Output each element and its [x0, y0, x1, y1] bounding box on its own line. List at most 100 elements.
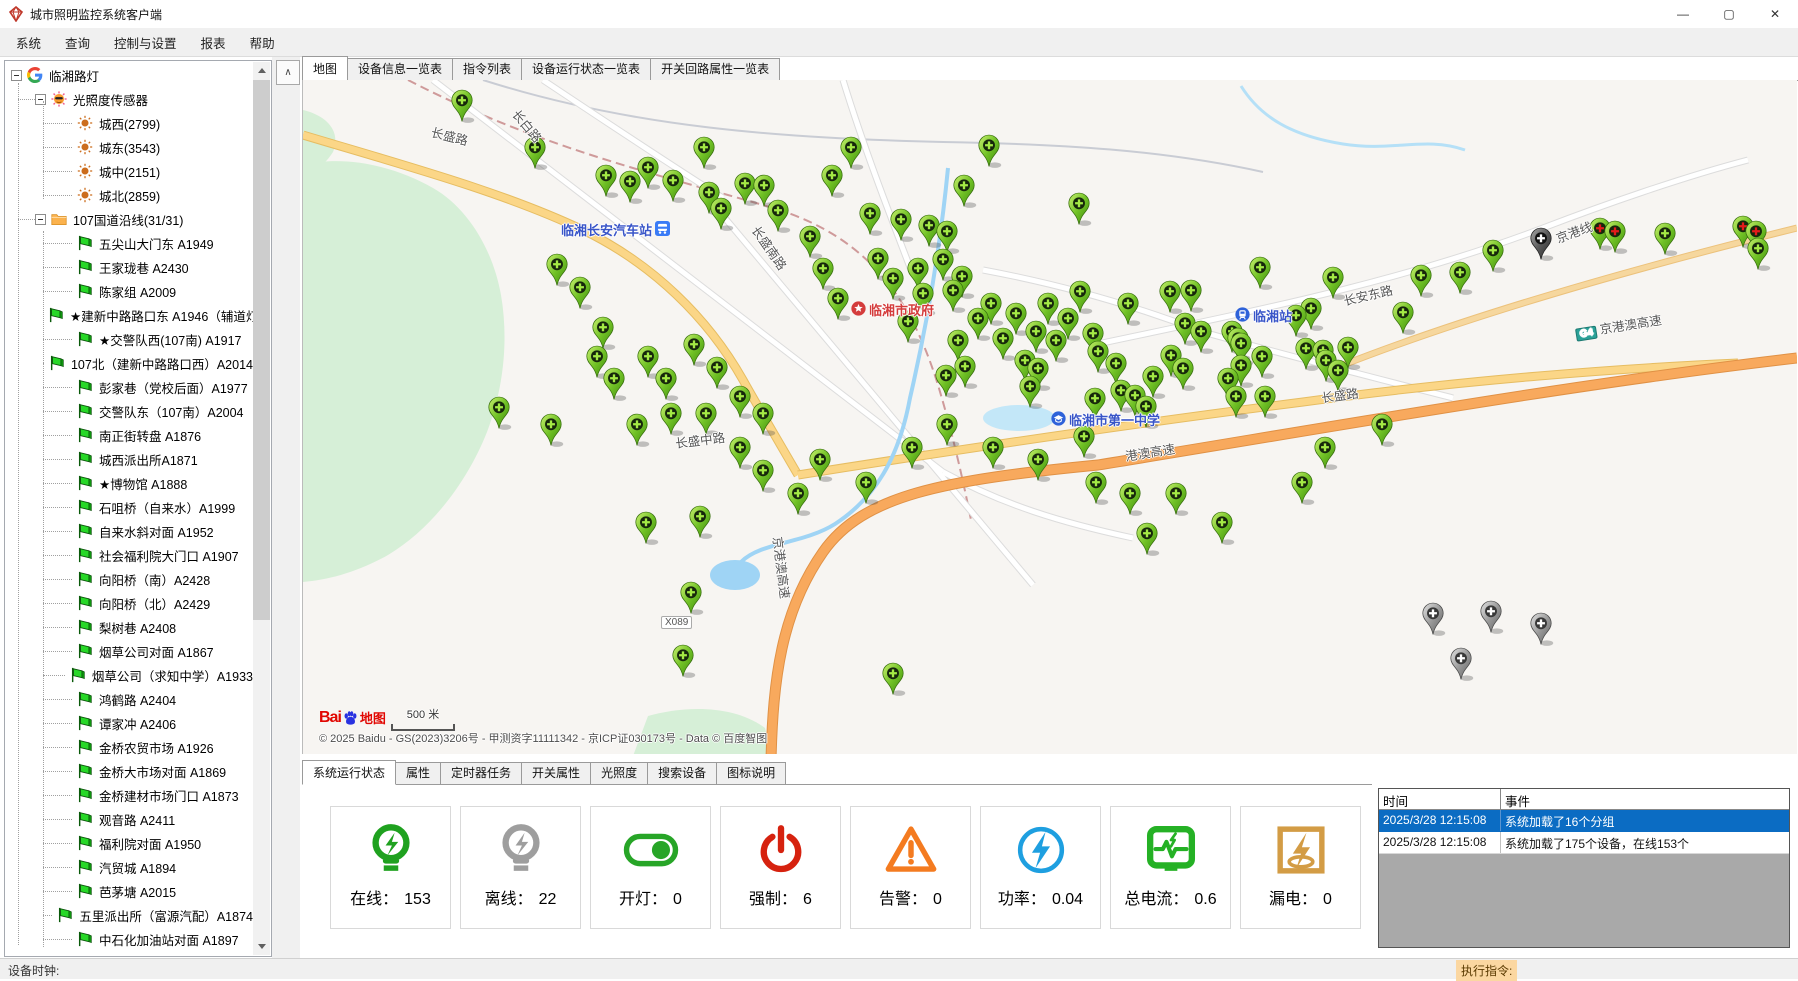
- map-pin-green[interactable]: [1170, 357, 1196, 391]
- map-pin-green[interactable]: [567, 276, 593, 310]
- tab-bottom-2[interactable]: 定时器任务: [440, 762, 522, 784]
- map-pin-green[interactable]: [934, 413, 960, 447]
- collapse-tree-button[interactable]: ∧: [276, 60, 300, 85]
- map-pin-green[interactable]: [1115, 292, 1141, 326]
- tree-scrollbar[interactable]: [253, 62, 270, 955]
- tab-map-3[interactable]: 设备运行状态一览表: [521, 58, 651, 80]
- map-pin-green[interactable]: [1163, 482, 1189, 516]
- map-pin-green[interactable]: [825, 287, 851, 321]
- map-pin-green[interactable]: [1209, 511, 1235, 545]
- map-pin-green[interactable]: [1117, 482, 1143, 516]
- map-pin-green[interactable]: [1188, 320, 1214, 354]
- map-pin-green[interactable]: [810, 257, 836, 291]
- map-pin-green[interactable]: [807, 448, 833, 482]
- map-canvas[interactable]: 长盛路长白路长盛南路长安东路京港线长盛中路长盛路港澳高速京港澳高速G4京港澳高速…: [302, 80, 1797, 754]
- menu-item-4[interactable]: 帮助: [238, 30, 287, 55]
- map-pin-green[interactable]: [624, 413, 650, 447]
- tab-map-2[interactable]: 指令列表: [452, 58, 522, 80]
- map-pin-gray[interactable]: [1420, 602, 1446, 636]
- map-pin-green[interactable]: [880, 267, 906, 301]
- map-pin-green[interactable]: [951, 174, 977, 208]
- map-pin-green[interactable]: [1480, 239, 1506, 273]
- panel-splitter[interactable]: ∧: [272, 57, 300, 958]
- map-pin-green[interactable]: [1071, 425, 1097, 459]
- scrollbar-down-arrow-icon[interactable]: [253, 938, 270, 955]
- close-button[interactable]: ✕: [1752, 0, 1798, 28]
- maximize-button[interactable]: ▢: [1706, 0, 1752, 28]
- menu-item-1[interactable]: 查询: [53, 30, 102, 55]
- map-pin-green[interactable]: [1025, 448, 1051, 482]
- menu-item-2[interactable]: 控制与设置: [102, 30, 189, 55]
- map-pin-green[interactable]: [1390, 301, 1416, 335]
- map-pin-green[interactable]: [1083, 471, 1109, 505]
- map-pin-dark[interactable]: [1528, 227, 1554, 261]
- map-pin-gray[interactable]: [1478, 600, 1504, 634]
- map-pin-green[interactable]: [687, 505, 713, 539]
- map-pin-green[interactable]: [593, 164, 619, 198]
- map-pin-green[interactable]: [670, 644, 696, 678]
- map-pin-green[interactable]: [601, 367, 627, 401]
- tab-bottom-5[interactable]: 搜索设备: [647, 762, 717, 784]
- map-pin-green[interactable]: [980, 436, 1006, 470]
- map-pin-green[interactable]: [888, 208, 914, 242]
- map-pin-green[interactable]: [617, 170, 643, 204]
- map-pin-green[interactable]: [1223, 385, 1249, 419]
- event-log-row[interactable]: 2025/3/28 12:15:08系统加载了16个分组: [1379, 810, 1789, 832]
- tab-bottom-1[interactable]: 属性: [395, 762, 441, 784]
- map-pin-gray[interactable]: [1448, 647, 1474, 681]
- map-pin-green[interactable]: [1157, 280, 1183, 314]
- menu-item-0[interactable]: 系统: [4, 30, 53, 55]
- map-pin-green[interactable]: [1745, 237, 1771, 271]
- map-pin-green[interactable]: [1066, 192, 1092, 226]
- map-pin-green[interactable]: [1408, 264, 1434, 298]
- map-pin-green[interactable]: [1252, 385, 1278, 419]
- scrollbar-thumb[interactable]: [253, 80, 270, 620]
- map-pin-green[interactable]: [486, 396, 512, 430]
- map-pin-green[interactable]: [819, 164, 845, 198]
- map-pin-green[interactable]: [1652, 222, 1678, 256]
- tree-expander-icon[interactable]: [35, 94, 46, 105]
- map-pin-green[interactable]: [708, 197, 734, 231]
- tab-map-0[interactable]: 地图: [302, 56, 348, 81]
- map-pin-green[interactable]: [538, 413, 564, 447]
- map-pin-green[interactable]: [653, 367, 679, 401]
- map-pin-green[interactable]: [1247, 256, 1273, 290]
- map-pin-green[interactable]: [678, 581, 704, 615]
- map-pin-green[interactable]: [633, 511, 659, 545]
- tab-bottom-4[interactable]: 光照度: [590, 762, 648, 784]
- map-pin-green[interactable]: [750, 402, 776, 436]
- minimize-button[interactable]: —: [1660, 0, 1706, 28]
- map-pin-green[interactable]: [797, 225, 823, 259]
- map-pin-green[interactable]: [1289, 471, 1315, 505]
- map-pin-gray[interactable]: [1528, 612, 1554, 646]
- map-pin-green[interactable]: [449, 89, 475, 123]
- tab-bottom-3[interactable]: 开关属性: [521, 762, 591, 784]
- map-pin-green[interactable]: [880, 662, 906, 696]
- map-pin-green[interactable]: [691, 136, 717, 170]
- scrollbar-up-arrow-icon[interactable]: [253, 62, 270, 79]
- map-pin-green[interactable]: [660, 169, 686, 203]
- map-pin-green[interactable]: [750, 459, 776, 493]
- tree-row[interactable]: 107国道沿线(31/31): [5, 207, 253, 231]
- map-pin-green[interactable]: [1447, 261, 1473, 295]
- map-pin-green[interactable]: [1134, 522, 1160, 556]
- map-pin-green[interactable]: [658, 402, 684, 436]
- tab-bottom-0[interactable]: 系统运行状态: [302, 760, 396, 785]
- map-pin-green[interactable]: [976, 134, 1002, 168]
- tab-map-4[interactable]: 开关回路属性一览表: [650, 58, 780, 80]
- map-pin-green[interactable]: [1017, 375, 1043, 409]
- tab-bottom-6[interactable]: 图标说明: [716, 762, 786, 784]
- tree-row[interactable]: 临湘路灯: [5, 63, 253, 87]
- map-pin-red[interactable]: [1602, 220, 1628, 254]
- map-pin-green[interactable]: [857, 202, 883, 236]
- map-pin-green[interactable]: [1312, 436, 1338, 470]
- tab-map-1[interactable]: 设备信息一览表: [347, 58, 453, 80]
- event-log-row[interactable]: 2025/3/28 12:15:08系统加载了175个设备，在线153个: [1379, 832, 1789, 854]
- map-pin-green[interactable]: [933, 364, 959, 398]
- map-pin-green[interactable]: [785, 482, 811, 516]
- map-pin-green[interactable]: [1369, 413, 1395, 447]
- map-pin-green[interactable]: [899, 436, 925, 470]
- map-pin-green[interactable]: [940, 279, 966, 313]
- menu-item-3[interactable]: 报表: [189, 30, 238, 55]
- tree-expander-icon[interactable]: [11, 70, 22, 81]
